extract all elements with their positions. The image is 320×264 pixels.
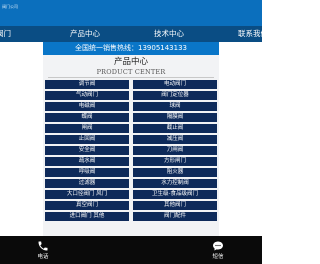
- product-link[interactable]: 闸阀: [45, 124, 129, 133]
- product-link[interactable]: 止回阀: [45, 135, 129, 144]
- product-grid: 调节阀 电动阀门 气动阀门 阀门定位器 电磁阀 球阀 蝶阀 隔膜阀 闸阀 截止阀…: [45, 80, 217, 221]
- section-title: 产品中心: [113, 57, 148, 67]
- product-link[interactable]: 方形闸门: [133, 157, 217, 166]
- product-link[interactable]: 卫生级-食品级阀门: [133, 190, 217, 199]
- product-link[interactable]: 进口阀门 其他: [45, 212, 129, 221]
- product-link[interactable]: 球阀: [133, 102, 217, 111]
- phone-icon: [38, 241, 48, 251]
- product-link[interactable]: 疏水阀: [45, 157, 129, 166]
- section-divider: [48, 77, 214, 78]
- sms-label: 短信: [212, 254, 224, 260]
- hotline-banner: 全国统一销售热线：13905143133: [43, 42, 219, 55]
- nav-item-valves[interactable]: 阀门: [0, 26, 11, 42]
- product-link[interactable]: 蝶阀: [45, 113, 129, 122]
- product-link[interactable]: 调节阀: [45, 80, 129, 89]
- phone-button[interactable]: 电话: [13, 236, 73, 264]
- site-logo-text[interactable]: 阀门公司: [2, 4, 18, 9]
- product-link[interactable]: 刀闸阀: [133, 146, 217, 155]
- nav-item-products[interactable]: 产品中心: [70, 26, 100, 42]
- product-link[interactable]: 阀门配件: [133, 212, 217, 221]
- product-link[interactable]: 阻火器: [133, 168, 217, 177]
- product-link[interactable]: 电磁阀: [45, 102, 129, 111]
- header-bar: 阀门公司: [0, 0, 262, 26]
- product-link[interactable]: 大口径阀门 风门: [45, 190, 129, 199]
- product-link[interactable]: 减压阀: [133, 135, 217, 144]
- nav-item-contact[interactable]: 联系我们: [238, 26, 268, 42]
- product-link[interactable]: 安全阀: [45, 146, 129, 155]
- product-link[interactable]: 截止阀: [133, 124, 217, 133]
- product-link[interactable]: 其他阀门: [133, 201, 217, 210]
- product-link[interactable]: 过滤器: [45, 179, 129, 188]
- main-nav: 阀门 产品中心 技术中心 联系我们: [0, 26, 268, 42]
- product-link[interactable]: 水力控制阀: [133, 179, 217, 188]
- nav-item-tech[interactable]: 技术中心: [154, 26, 184, 42]
- chat-bubble-icon: [213, 241, 223, 251]
- sms-button[interactable]: 短信: [188, 236, 248, 264]
- product-link[interactable]: 电动阀门: [133, 80, 217, 89]
- phone-label: 电话: [37, 254, 49, 260]
- product-link[interactable]: 隔膜阀: [133, 113, 217, 122]
- product-link[interactable]: 呼吸阀: [45, 168, 129, 177]
- product-link[interactable]: 气动阀门: [45, 91, 129, 100]
- product-link[interactable]: 阀门定位器: [133, 91, 217, 100]
- product-link[interactable]: 真空阀门: [45, 201, 129, 210]
- section-subtitle: PRODUCT CENTER: [96, 68, 166, 76]
